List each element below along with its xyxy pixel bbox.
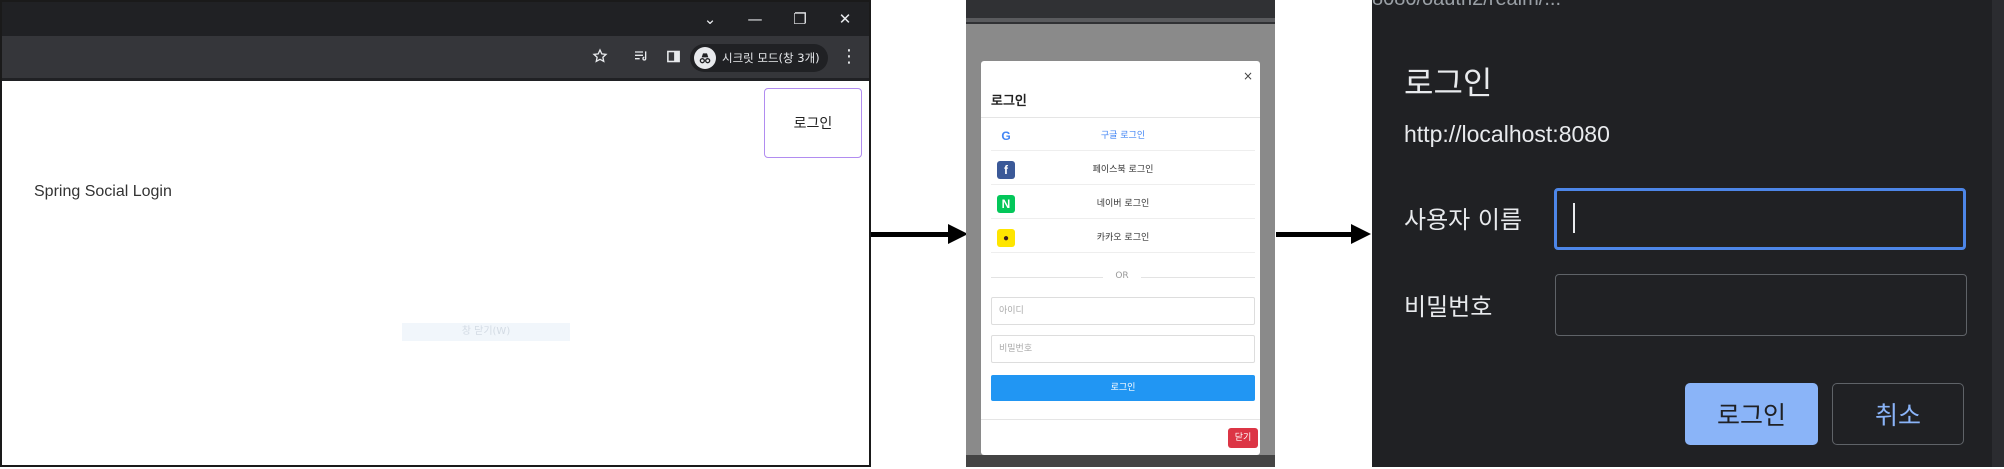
- side-panel-icon[interactable]: [660, 44, 686, 68]
- close-icon[interactable]: ×: [1243, 69, 1253, 83]
- arrow-right-icon: [1276, 224, 1374, 254]
- arrow-right-icon: [871, 224, 969, 254]
- reading-list-icon[interactable]: [628, 44, 654, 68]
- footer-divider: [981, 419, 1260, 420]
- facebook-login-label: 페이스북 로그인: [1092, 165, 1154, 175]
- minimize-icon[interactable]: —: [735, 6, 775, 32]
- google-login-button[interactable]: G 구글 로그인: [991, 121, 1255, 151]
- login-modal: 로그인 × G 구글 로그인 f 페이스북 로그인 N 네이버 로그인 ● 카카…: [981, 61, 1260, 455]
- or-separator: OR: [1115, 271, 1129, 281]
- login-button[interactable]: 로그인: [764, 88, 862, 158]
- modal-screenshot: 로그인 × G 구글 로그인 f 페이스북 로그인 N 네이버 로그인 ● 카카…: [966, 0, 1275, 467]
- incognito-label: 시크릿 모드(창 3개): [722, 51, 820, 65]
- password-label: 비밀번호: [1404, 293, 1493, 321]
- url-fragment: 8080/oauth2/realm/...: [1372, 0, 1561, 11]
- password-field[interactable]: [1555, 274, 1967, 336]
- or-divider-right: [1141, 277, 1255, 278]
- cancel-button[interactable]: 취소: [1832, 383, 1964, 445]
- password-input[interactable]: 비밀번호: [991, 335, 1255, 363]
- browser-window: ⌄ — ❐ ✕ 시크릿 모드(창 3개) ⋮ 로그인 Spring Social…: [0, 0, 871, 467]
- toolbar-divider: [2, 78, 869, 81]
- naver-login-label: 네이버 로그인: [1096, 199, 1150, 209]
- close-window-icon[interactable]: ✕: [825, 6, 865, 32]
- restore-icon[interactable]: ❐: [780, 6, 820, 32]
- incognito-icon: [694, 47, 716, 69]
- close-button[interactable]: 닫기: [1228, 428, 1258, 448]
- menu-icon[interactable]: ⋮: [836, 44, 862, 68]
- browser-toolbar: 시크릿 모드(창 3개) ⋮: [2, 36, 869, 78]
- faint-tooltip: 창 닫기(W): [402, 323, 570, 341]
- title-bar: ⌄ — ❐ ✕: [2, 2, 869, 36]
- origin-url: http://localhost:8080: [1404, 121, 1610, 147]
- tab-search-icon[interactable]: ⌄: [690, 6, 730, 32]
- or-divider-left: [991, 277, 1103, 278]
- http-auth-dialog: 8080/oauth2/realm/... 로그인 http://localho…: [1372, 0, 2004, 467]
- incognito-indicator[interactable]: 시크릿 모드(창 3개): [690, 44, 828, 72]
- username-label: 사용자 이름: [1404, 206, 1523, 234]
- bottom-bar: [966, 455, 1275, 467]
- login-submit-button[interactable]: 로그인: [991, 375, 1255, 401]
- star-icon[interactable]: [587, 44, 613, 68]
- text-caret: [1573, 203, 1575, 233]
- modal-title: 로그인: [991, 94, 1027, 109]
- id-input[interactable]: 아이디: [991, 297, 1255, 325]
- dialog-title: 로그인: [1404, 64, 1493, 102]
- login-button[interactable]: 로그인: [1685, 383, 1818, 445]
- google-login-label: 구글 로그인: [1100, 131, 1146, 141]
- composite-figure: ⌄ — ❐ ✕ 시크릿 모드(창 3개) ⋮ 로그인 Spring Social…: [0, 0, 2004, 469]
- username-field[interactable]: [1554, 188, 1966, 250]
- naver-login-button[interactable]: N 네이버 로그인: [991, 189, 1255, 219]
- kakao-login-button[interactable]: ● 카카오 로그인: [991, 223, 1255, 253]
- facebook-login-button[interactable]: f 페이스북 로그인: [991, 155, 1255, 185]
- divider: [981, 117, 1260, 118]
- dialog-edge: [1992, 0, 2004, 467]
- kakao-login-label: 카카오 로그인: [1096, 233, 1150, 243]
- top-bar-line: [966, 18, 1275, 22]
- page-title: Spring Social Login: [34, 183, 172, 200]
